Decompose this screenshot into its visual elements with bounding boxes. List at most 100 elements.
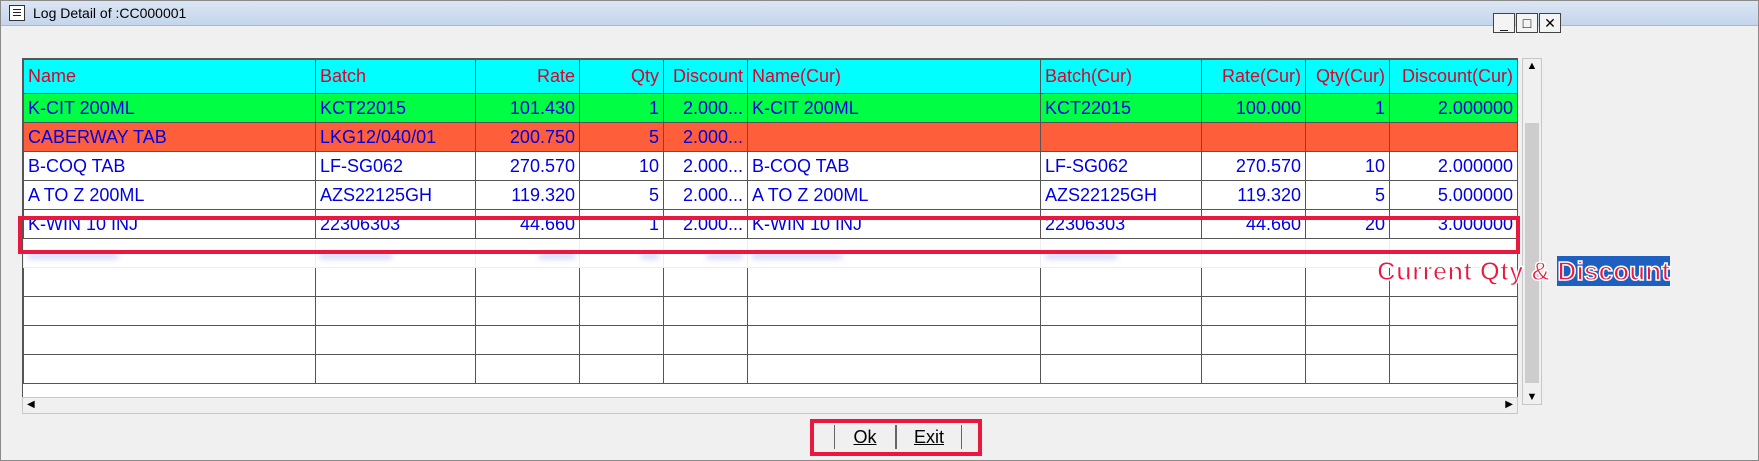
cell-name-cur[interactable]: K-CIT 200ML bbox=[747, 93, 1041, 123]
cell-rate[interactable]: 270.570 bbox=[475, 151, 580, 181]
cell-name[interactable]: CABERWAY TAB bbox=[23, 122, 316, 152]
cell-name-cur[interactable]: K-WIN 10 INJ bbox=[747, 209, 1041, 239]
vertical-scroll-thumb[interactable] bbox=[1525, 123, 1539, 383]
empty-cell[interactable] bbox=[1201, 267, 1306, 297]
cell-batch[interactable]: 22306303 bbox=[315, 209, 476, 239]
empty-cell[interactable] bbox=[1040, 267, 1202, 297]
cell-batch[interactable]: LF-SG062 bbox=[315, 151, 476, 181]
system-menu-icon[interactable] bbox=[9, 5, 25, 21]
cell-discount[interactable]: 2.000... bbox=[663, 122, 748, 152]
empty-cell[interactable] bbox=[579, 354, 664, 384]
cell-name[interactable]: K-CIT 200ML bbox=[23, 93, 316, 123]
column-header-discount[interactable]: Discount bbox=[663, 59, 748, 94]
empty-cell[interactable] bbox=[315, 354, 476, 384]
empty-cell[interactable] bbox=[1305, 296, 1390, 326]
cell-discount-cur[interactable]: 3.000000 bbox=[1389, 209, 1517, 239]
horizontal-scrollbar[interactable]: ◀ ▶ bbox=[22, 397, 1518, 414]
column-header-batch-cur[interactable]: Batch(Cur) bbox=[1040, 59, 1202, 94]
cell-rate[interactable]: 101.430 bbox=[475, 93, 580, 123]
empty-cell[interactable] bbox=[315, 296, 476, 326]
cell-qty[interactable]: 1 bbox=[579, 209, 664, 239]
cell-discount-cur[interactable]: 5.000000 bbox=[1389, 180, 1517, 210]
empty-cell[interactable] bbox=[1040, 354, 1202, 384]
scroll-down-arrow-icon[interactable]: ▼ bbox=[1523, 391, 1541, 403]
cell-discount-cur[interactable]: 2.000000 bbox=[1389, 151, 1517, 181]
maximize-button[interactable]: □ bbox=[1516, 13, 1538, 33]
empty-cell[interactable] bbox=[1201, 325, 1306, 355]
empty-cell[interactable] bbox=[315, 325, 476, 355]
cell-batch-cur[interactable] bbox=[1040, 122, 1202, 152]
empty-cell[interactable] bbox=[1201, 296, 1306, 326]
cell-discount[interactable]: 2.000... bbox=[663, 180, 748, 210]
exit-button[interactable]: Exit bbox=[896, 425, 962, 449]
cell-discount-cur[interactable] bbox=[1389, 122, 1517, 152]
cell-rate-cur[interactable] bbox=[1201, 122, 1306, 152]
cell-rate[interactable]: 119.320 bbox=[475, 180, 580, 210]
table-row[interactable]: K-CIT 200ML KCT22015 101.430 1 2.000... … bbox=[23, 93, 1517, 123]
close-button[interactable]: ✕ bbox=[1539, 13, 1561, 33]
empty-cell[interactable] bbox=[663, 325, 748, 355]
ok-button[interactable]: Ok bbox=[834, 425, 896, 449]
column-header-qty[interactable]: Qty bbox=[579, 59, 664, 94]
empty-cell[interactable] bbox=[579, 325, 664, 355]
cell-qty[interactable]: 5 bbox=[579, 122, 664, 152]
empty-cell[interactable] bbox=[1201, 354, 1306, 384]
empty-cell[interactable] bbox=[23, 267, 316, 297]
empty-row[interactable] bbox=[23, 354, 1517, 384]
cell-batch-cur[interactable]: KCT22015 bbox=[1040, 93, 1202, 123]
column-header-qty-cur[interactable]: Qty(Cur) bbox=[1305, 59, 1390, 94]
column-header-discount-cur[interactable]: Discount(Cur) bbox=[1389, 59, 1517, 94]
table-row[interactable]: CABERWAY TAB LKG12/040/01 200.750 5 2.00… bbox=[23, 122, 1517, 152]
column-header-batch[interactable]: Batch bbox=[315, 59, 476, 94]
cell-rate-cur[interactable]: 100.000 bbox=[1201, 93, 1306, 123]
vertical-scrollbar[interactable]: ▲ ▼ bbox=[1522, 58, 1542, 405]
column-header-name-cur[interactable]: Name(Cur) bbox=[747, 59, 1041, 94]
cell-batch[interactable]: LKG12/040/01 bbox=[315, 122, 476, 152]
empty-cell[interactable] bbox=[663, 267, 748, 297]
cell-discount[interactable]: 2.000... bbox=[663, 209, 748, 239]
empty-cell[interactable] bbox=[1305, 354, 1390, 384]
log-detail-grid[interactable]: Name Batch Rate Qty Discount Name(Cur) B… bbox=[22, 58, 1518, 407]
cell-rate-cur[interactable]: 270.570 bbox=[1201, 151, 1306, 181]
empty-row[interactable] bbox=[23, 325, 1517, 355]
empty-cell[interactable] bbox=[1040, 296, 1202, 326]
empty-cell[interactable] bbox=[579, 267, 664, 297]
empty-cell[interactable] bbox=[1040, 325, 1202, 355]
empty-cell[interactable] bbox=[475, 267, 580, 297]
empty-row[interactable] bbox=[23, 267, 1517, 297]
empty-cell[interactable] bbox=[579, 296, 664, 326]
cell-qty[interactable]: 10 bbox=[579, 151, 664, 181]
cell-discount[interactable]: 2.000... bbox=[663, 93, 748, 123]
cell-rate[interactable]: 200.750 bbox=[475, 122, 580, 152]
empty-cell[interactable] bbox=[747, 325, 1041, 355]
cell-batch-cur[interactable]: AZS22125GH bbox=[1040, 180, 1202, 210]
table-row[interactable]: A TO Z 200ML AZS22125GH 119.320 5 2.000.… bbox=[23, 180, 1517, 210]
cell-name[interactable]: K-WIN 10 INJ bbox=[23, 209, 316, 239]
cell-qty[interactable]: 1 bbox=[579, 93, 664, 123]
cell-name-cur[interactable] bbox=[747, 122, 1041, 152]
empty-cell[interactable] bbox=[747, 354, 1041, 384]
empty-cell[interactable] bbox=[23, 296, 316, 326]
empty-cell[interactable] bbox=[23, 354, 316, 384]
empty-cell[interactable] bbox=[475, 354, 580, 384]
cell-batch[interactable]: AZS22125GH bbox=[315, 180, 476, 210]
empty-cell[interactable] bbox=[1389, 325, 1517, 355]
minimize-button[interactable]: _ bbox=[1493, 13, 1515, 33]
cell-discount[interactable]: 2.000... bbox=[663, 151, 748, 181]
cell-discount-cur[interactable]: 2.000000 bbox=[1389, 93, 1517, 123]
empty-cell[interactable] bbox=[315, 267, 476, 297]
empty-cell[interactable] bbox=[747, 296, 1041, 326]
cell-qty-cur[interactable]: 20 bbox=[1305, 209, 1390, 239]
table-row[interactable]: K-WIN 10 INJ 22306303 44.660 1 2.000... … bbox=[23, 209, 1517, 239]
column-header-name[interactable]: Name bbox=[23, 59, 316, 94]
cell-name[interactable]: B-COQ TAB bbox=[23, 151, 316, 181]
empty-cell[interactable] bbox=[475, 296, 580, 326]
empty-cell[interactable] bbox=[1305, 325, 1390, 355]
cell-batch-cur[interactable]: LF-SG062 bbox=[1040, 151, 1202, 181]
cell-qty[interactable]: 5 bbox=[579, 180, 664, 210]
column-header-rate[interactable]: Rate bbox=[475, 59, 580, 94]
cell-name-cur[interactable]: B-COQ TAB bbox=[747, 151, 1041, 181]
cell-name[interactable]: A TO Z 200ML bbox=[23, 180, 316, 210]
scroll-up-arrow-icon[interactable]: ▲ bbox=[1523, 60, 1541, 72]
empty-row[interactable] bbox=[23, 296, 1517, 326]
